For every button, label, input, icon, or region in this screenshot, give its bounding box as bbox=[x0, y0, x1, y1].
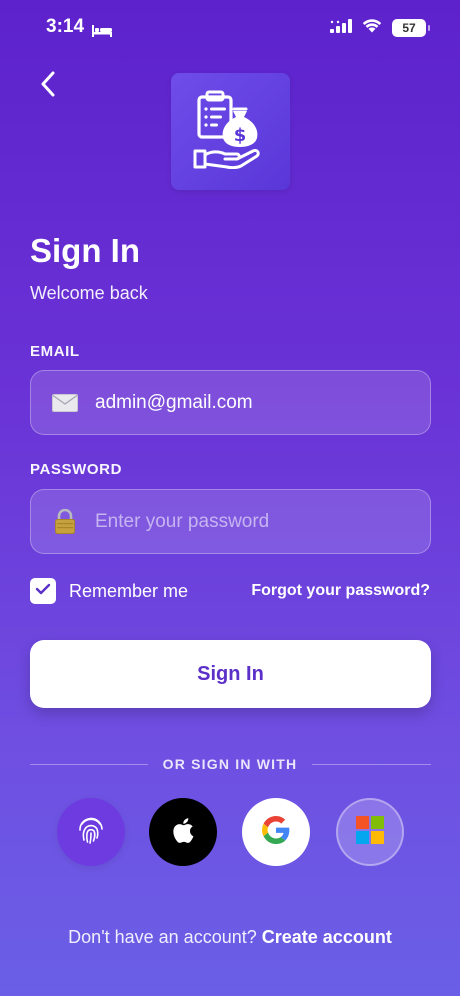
microsoft-logo-icon bbox=[356, 815, 384, 849]
apple-login-button[interactable] bbox=[149, 798, 217, 866]
lock-icon bbox=[51, 508, 79, 536]
google-login-button[interactable] bbox=[242, 798, 310, 866]
sign-in-button[interactable]: Sign In bbox=[30, 640, 431, 708]
apple-logo-icon bbox=[172, 817, 194, 848]
battery-icon: 57 bbox=[392, 19, 430, 37]
remember-me-toggle[interactable]: Remember me bbox=[30, 578, 188, 604]
fingerprint-login-button[interactable] bbox=[57, 798, 125, 866]
status-indicators: 57 bbox=[330, 18, 430, 38]
money-bag-hand-icon: $ bbox=[193, 89, 269, 174]
microsoft-login-button[interactable] bbox=[336, 798, 404, 866]
signup-prompt: Don't have an account? Create account bbox=[0, 927, 460, 948]
app-logo: $ bbox=[171, 73, 290, 190]
cellular-signal-icon bbox=[330, 18, 352, 38]
google-logo-icon bbox=[261, 815, 290, 849]
page-title: Sign In bbox=[30, 232, 140, 269]
email-label: EMAIL bbox=[30, 343, 80, 360]
status-time-text: 3:14 bbox=[46, 16, 85, 37]
password-field[interactable]: Enter your password bbox=[30, 489, 431, 554]
chevron-left-icon bbox=[40, 71, 56, 102]
forgot-password-link[interactable]: Forgot your password? bbox=[251, 582, 430, 600]
status-time: 3:14 bbox=[46, 16, 113, 38]
page-subtitle: Welcome back bbox=[30, 283, 148, 303]
remember-me-checkbox[interactable] bbox=[30, 578, 56, 604]
email-field[interactable]: admin@gmail.com bbox=[30, 370, 431, 435]
checkmark-icon bbox=[35, 582, 51, 600]
signup-prompt-text: Don't have an account? bbox=[68, 927, 257, 947]
fingerprint-icon bbox=[76, 815, 106, 850]
wifi-icon bbox=[362, 18, 382, 38]
email-value: admin@gmail.com bbox=[95, 391, 253, 413]
social-divider-label: OR SIGN IN WITH bbox=[162, 756, 298, 772]
password-placeholder: Enter your password bbox=[95, 510, 270, 532]
create-account-link[interactable]: Create account bbox=[262, 927, 392, 947]
sleep-bed-icon bbox=[92, 21, 113, 37]
back-button[interactable] bbox=[32, 70, 64, 102]
svg-text:$: $ bbox=[233, 125, 246, 146]
password-label: PASSWORD bbox=[30, 461, 123, 478]
status-bar: 3:14 57 bbox=[0, 0, 460, 56]
remember-me-label: Remember me bbox=[69, 580, 189, 601]
envelope-icon bbox=[51, 389, 79, 417]
